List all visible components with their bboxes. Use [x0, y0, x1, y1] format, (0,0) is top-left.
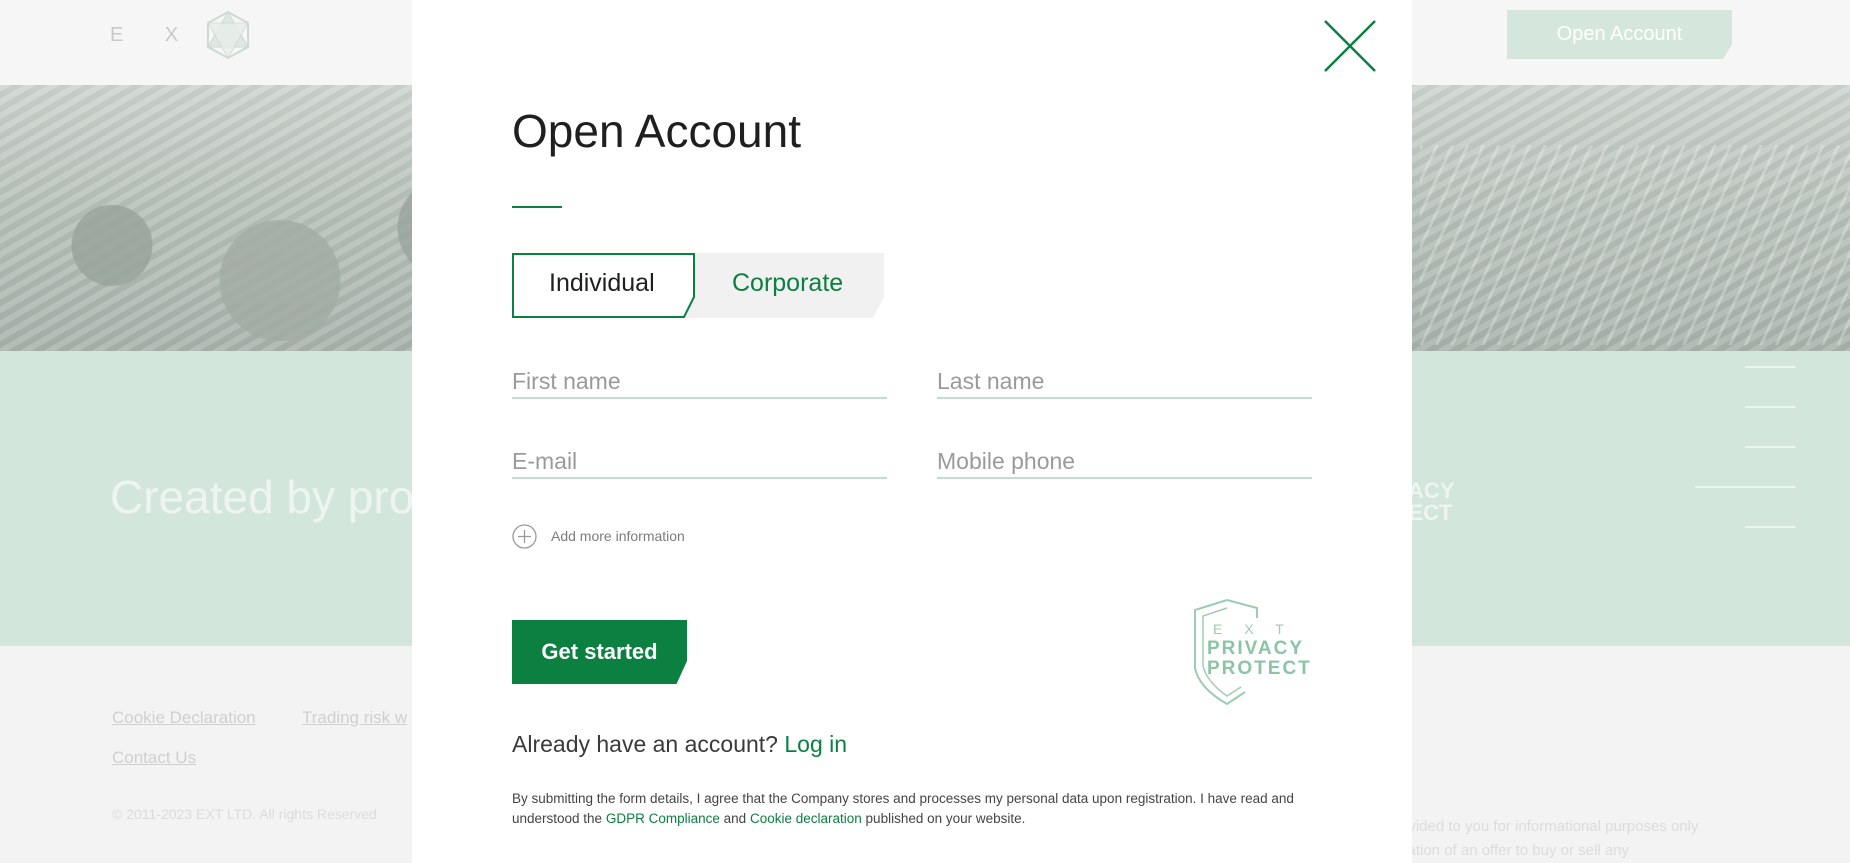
last-name-field: [937, 355, 1312, 399]
first-name-input[interactable]: [512, 368, 887, 395]
login-link[interactable]: Log in: [784, 731, 847, 757]
plus-circle-icon: [512, 523, 537, 549]
footer-link-cookie: Cookie Declaration: [112, 708, 256, 727]
legal-consent-text: By submitting the form details, I agree …: [512, 789, 1302, 829]
title-divider: [512, 206, 562, 208]
footer-link-contact: Contact Us: [112, 748, 197, 767]
add-more-information-toggle[interactable]: Add more information: [512, 523, 685, 549]
email-field: [512, 435, 887, 479]
hero-headline: Created by prof: [110, 471, 428, 523]
mobile-phone-input[interactable]: [937, 448, 1312, 475]
hero-photo-bridge: [1420, 145, 1850, 345]
footer-link-trading-risk: Trading risk w: [302, 708, 408, 727]
header-open-account-button: Open Account: [1507, 10, 1732, 59]
gdpr-compliance-link[interactable]: GDPR Compliance: [606, 811, 720, 826]
footer-disclaimer-line2: itation of an offer to buy or sell any: [1400, 842, 1630, 859]
legal-text-part3: published on your website.: [865, 811, 1026, 826]
add-more-information-label: Add more information: [551, 528, 685, 544]
privacy-badge-brand: E X T: [1213, 621, 1293, 637]
ext-logo-icon: [207, 10, 249, 60]
email-input[interactable]: [512, 448, 887, 475]
last-name-input[interactable]: [937, 368, 1312, 395]
privacy-badge-line2: PROTECT: [1207, 658, 1312, 679]
tab-individual-label: Individual: [549, 269, 655, 297]
footer-copyright: © 2011-2023 EXT LTD. All rights Reserved: [112, 806, 377, 822]
get-started-button[interactable]: Get started: [512, 620, 687, 684]
tab-individual[interactable]: Individual: [512, 253, 695, 318]
login-prompt: Already have an account? Log in: [512, 731, 847, 758]
footer-disclaimer-line1: ovided to you for informational purposes…: [1400, 818, 1699, 835]
privacy-shield-icon: E X T PRIVACY PROTECT: [1194, 599, 1312, 706]
first-name-field: [512, 355, 887, 399]
close-icon[interactable]: [1324, 20, 1376, 72]
modal-title: Open Account: [512, 105, 801, 157]
cookie-declaration-link[interactable]: Cookie declaration: [750, 811, 862, 826]
mobile-phone-field: [937, 435, 1312, 479]
privacy-badge-line1: PRIVACY: [1207, 638, 1304, 659]
legal-text-part2: and: [723, 811, 747, 826]
login-prompt-text: Already have an account?: [512, 731, 778, 757]
hero-decor-lines: [1695, 366, 1795, 566]
tab-corporate-label: Corporate: [732, 269, 844, 297]
footer-disclaimer: ovided to you for informational purposes…: [1400, 815, 1699, 863]
